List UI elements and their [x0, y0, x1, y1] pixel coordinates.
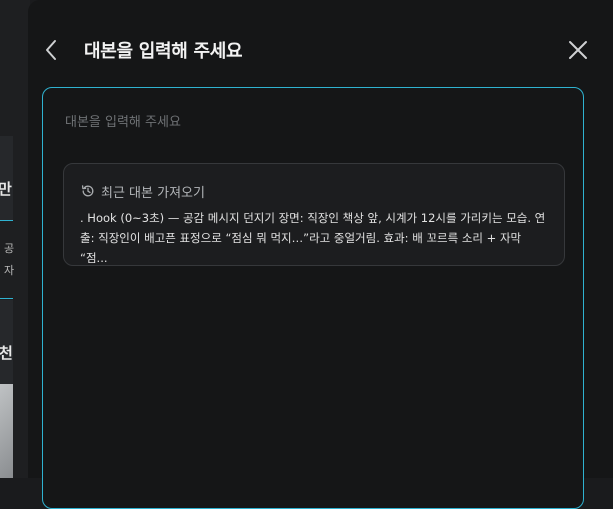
close-icon [569, 41, 587, 59]
background-subtitle-line: 자 [4, 264, 14, 277]
back-button[interactable] [38, 36, 66, 64]
history-icon [81, 185, 94, 197]
background-subtitle-line: 공 [4, 242, 14, 255]
background-card-title: 만 [0, 180, 12, 198]
background-card: 천 [0, 300, 13, 384]
close-button[interactable] [564, 36, 592, 64]
background-thumbnail [0, 384, 13, 478]
background-card: 만 [0, 136, 13, 221]
script-textarea[interactable]: 대본을 입력해 주세요 최근 대본 가져오기 . Hook (0~3초) — 공… [42, 87, 584, 509]
recent-script-header: 최근 대본 가져오기 [81, 182, 205, 201]
chevron-left-icon [46, 40, 56, 60]
background-card-title: 천 [0, 344, 13, 362]
script-placeholder: 대본을 입력해 주세요 [65, 115, 181, 130]
recent-script-preview-line: . Hook (0~3초) — 공감 메시지 던지기 장면: 직장인 책상 앞,… [80, 211, 546, 225]
script-input-modal: 대본을 입력해 주세요 대본을 입력해 주세요 최근 대본 가져오기 . Hoo… [28, 0, 613, 509]
recent-script-button[interactable]: 최근 대본 가져오기 . Hook (0~3초) — 공감 메시지 던지기 장면… [63, 163, 565, 266]
background-card-subtitle: 공 자 [4, 238, 14, 282]
modal-header: 대본을 입력해 주세요 [28, 28, 613, 72]
recent-script-preview-line: 출: 직장인이 배고픈 표정으로 “점심 뭐 먹지…”라고 중얼거림. 효과: … [80, 231, 522, 265]
recent-script-preview: . Hook (0~3초) — 공감 메시지 던지기 장면: 직장인 책상 앞,… [80, 208, 550, 268]
recent-script-label: 최근 대본 가져오기 [101, 185, 205, 201]
background-divider [0, 298, 13, 299]
modal-title: 대본을 입력해 주세요 [84, 41, 243, 62]
